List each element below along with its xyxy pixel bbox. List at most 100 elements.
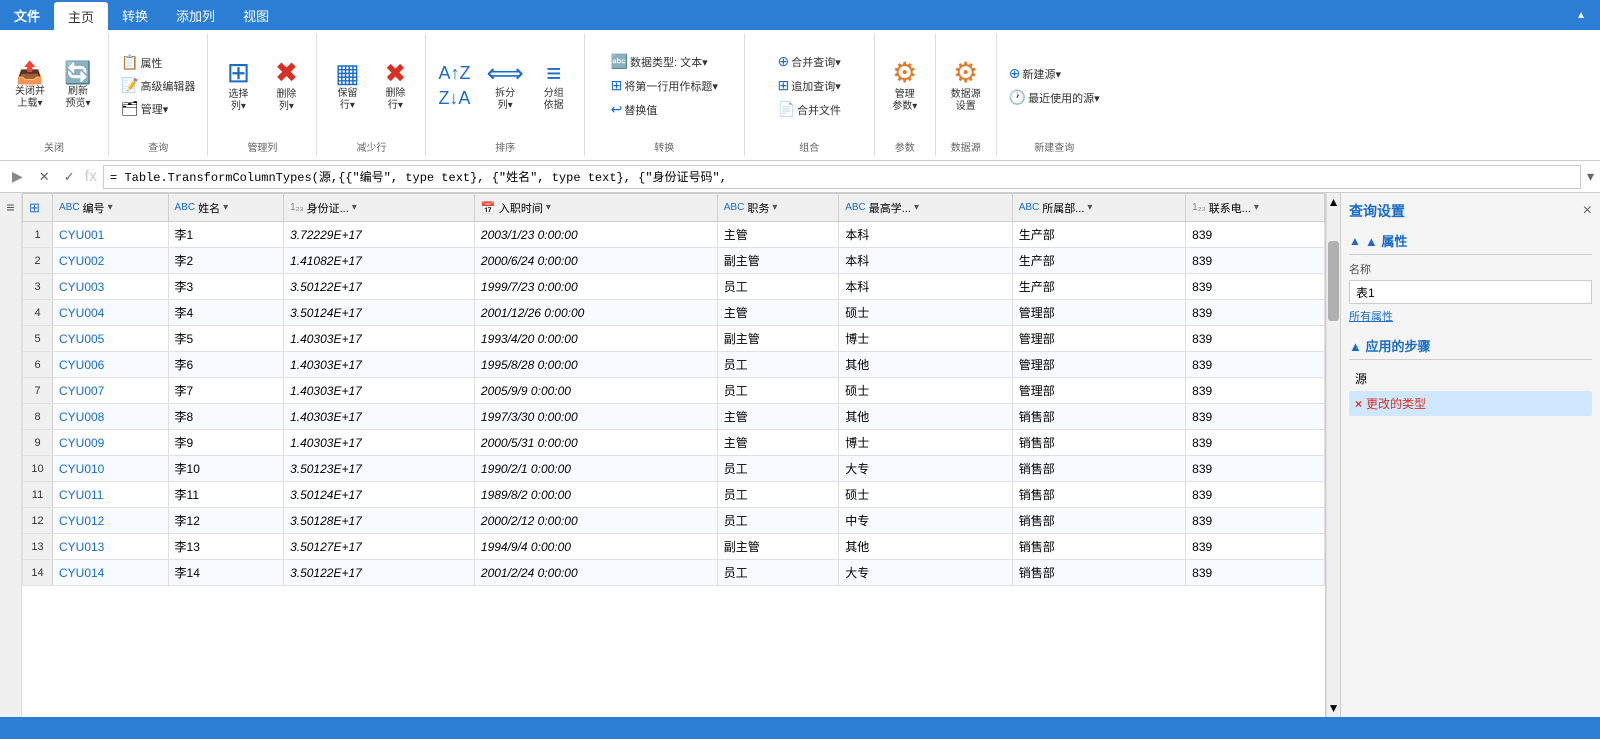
datasource-settings-button[interactable]: ⚙ 数据源设置 xyxy=(944,57,988,115)
cell-position[interactable]: 员工 xyxy=(717,456,838,482)
col-header-phone[interactable]: 1₂₃ 联系电... ▾ xyxy=(1186,194,1325,222)
cell-idcard[interactable]: 3.50122E+17 xyxy=(284,274,475,300)
cell-education[interactable]: 大专 xyxy=(839,560,1012,586)
cell-education[interactable]: 其他 xyxy=(839,404,1012,430)
cell-idcard[interactable]: 3.50124E+17 xyxy=(284,300,475,326)
cell-department[interactable]: 销售部 xyxy=(1012,482,1185,508)
cell-name[interactable]: 李6 xyxy=(168,352,284,378)
cell-entry-time[interactable]: 2003/1/23 0:00:00 xyxy=(474,222,717,248)
vertical-scrollbar[interactable]: ▲ ▼ xyxy=(1326,193,1340,717)
cell-idcard[interactable]: 3.50123E+17 xyxy=(284,456,475,482)
cell-education[interactable]: 其他 xyxy=(839,352,1012,378)
split-col-button[interactable]: ⟺ 拆分列▾ xyxy=(482,58,527,114)
scroll-up-btn[interactable]: ▲ xyxy=(1327,193,1340,211)
data-type-button[interactable]: 🔤 数据类型: 文本▾ xyxy=(607,51,712,72)
tab-view[interactable]: 视图 xyxy=(229,0,283,30)
cell-phone[interactable]: 839 xyxy=(1186,352,1325,378)
formula-confirm-btn[interactable]: ✓ xyxy=(60,167,79,187)
cell-num[interactable]: CYU003 xyxy=(53,274,169,300)
step-item-source[interactable]: 源 xyxy=(1349,366,1592,391)
cell-idcard[interactable]: 3.50128E+17 xyxy=(284,508,475,534)
col-header-education[interactable]: ABC 最高学... ▾ xyxy=(839,194,1012,222)
cell-phone[interactable]: 839 xyxy=(1186,378,1325,404)
expand-icon[interactable]: ▶ xyxy=(6,166,29,187)
keep-row-button[interactable]: ▦ 保留行▾ xyxy=(325,58,369,114)
tab-add-col[interactable]: 添加列 xyxy=(162,0,229,30)
advanced-editor-button[interactable]: 📝 高级编辑器 xyxy=(117,75,199,96)
name-input[interactable] xyxy=(1349,280,1592,304)
remove-row-button[interactable]: ✖ 删除行▾ xyxy=(373,58,417,114)
cell-department[interactable]: 管理部 xyxy=(1012,352,1185,378)
col-header-department[interactable]: ABC 所属部... ▾ xyxy=(1012,194,1185,222)
cell-education[interactable]: 本科 xyxy=(839,222,1012,248)
cell-num[interactable]: CYU006 xyxy=(53,352,169,378)
refresh-preview-button[interactable]: 🔄 刷新预览▾ xyxy=(56,60,100,112)
cell-position[interactable]: 副主管 xyxy=(717,326,838,352)
cell-entry-time[interactable]: 1990/2/1 0:00:00 xyxy=(474,456,717,482)
cell-phone[interactable]: 839 xyxy=(1186,534,1325,560)
cell-phone[interactable]: 839 xyxy=(1186,326,1325,352)
cell-position[interactable]: 主管 xyxy=(717,300,838,326)
cell-position[interactable]: 员工 xyxy=(717,482,838,508)
cell-position[interactable]: 员工 xyxy=(717,378,838,404)
merge-query-button[interactable]: ⊕ 合并查询▾ xyxy=(774,51,845,72)
sidebar-collapse-icon[interactable]: ≡ xyxy=(4,197,16,217)
scroll-down-btn[interactable]: ▼ xyxy=(1327,699,1340,717)
formula-expand-btn[interactable]: ▾ xyxy=(1587,168,1594,185)
cell-name[interactable]: 李8 xyxy=(168,404,284,430)
formula-input[interactable] xyxy=(103,165,1581,189)
cell-phone[interactable]: 839 xyxy=(1186,430,1325,456)
cell-department[interactable]: 销售部 xyxy=(1012,508,1185,534)
col-filter-position[interactable]: ▾ xyxy=(772,202,777,213)
cell-education[interactable]: 大专 xyxy=(839,456,1012,482)
cell-education[interactable]: 博士 xyxy=(839,430,1012,456)
manage-button[interactable]: 🗂 管理▾ xyxy=(117,98,172,119)
cell-position[interactable]: 副主管 xyxy=(717,534,838,560)
cell-education[interactable]: 硕士 xyxy=(839,482,1012,508)
cell-phone[interactable]: 839 xyxy=(1186,482,1325,508)
close-load-button[interactable]: 📤 关闭并上载▾ xyxy=(8,60,52,112)
cell-entry-time[interactable]: 1995/8/28 0:00:00 xyxy=(474,352,717,378)
col-header-num[interactable]: ABC 编号 ▾ xyxy=(53,194,169,222)
delete-col-button[interactable]: ✖ 删除列▾ xyxy=(264,57,308,115)
cell-num[interactable]: CYU005 xyxy=(53,326,169,352)
scroll-thumb[interactable] xyxy=(1328,241,1339,321)
cell-phone[interactable]: 839 xyxy=(1186,508,1325,534)
cell-entry-time[interactable]: 1993/4/20 0:00:00 xyxy=(474,326,717,352)
replace-value-button[interactable]: ↩ 替换值 xyxy=(607,99,662,120)
cell-department[interactable]: 销售部 xyxy=(1012,534,1185,560)
cell-num[interactable]: CYU008 xyxy=(53,404,169,430)
recent-source-button[interactable]: 🕐 最近使用的源▾ xyxy=(1005,87,1104,108)
col-header-idcard[interactable]: 1₂₃ 身份证... ▾ xyxy=(284,194,475,222)
cell-entry-time[interactable]: 2005/9/9 0:00:00 xyxy=(474,378,717,404)
cell-idcard[interactable]: 3.50122E+17 xyxy=(284,560,475,586)
col-header-entry-time[interactable]: 📅 入职时间 ▾ xyxy=(474,194,717,222)
new-source-button[interactable]: ⊕ 新建源▾ xyxy=(1005,63,1065,84)
col-filter-idcard[interactable]: ▾ xyxy=(352,202,357,213)
cell-num[interactable]: CYU010 xyxy=(53,456,169,482)
cell-department[interactable]: 销售部 xyxy=(1012,456,1185,482)
all-props-link[interactable]: 所有属性 xyxy=(1349,308,1592,324)
cell-entry-time[interactable]: 2001/12/26 0:00:00 xyxy=(474,300,717,326)
panel-close-btn[interactable]: × xyxy=(1583,202,1592,220)
collapse-ribbon-btn[interactable]: ▲ xyxy=(1562,0,1600,30)
col-filter-num[interactable]: ▾ xyxy=(108,202,113,213)
cell-num[interactable]: CYU011 xyxy=(53,482,169,508)
sort-asc-button[interactable]: A↑Z xyxy=(434,61,474,86)
cell-phone[interactable]: 839 xyxy=(1186,560,1325,586)
append-query-button[interactable]: ⊞ 追加查询▾ xyxy=(774,75,845,96)
cell-department[interactable]: 管理部 xyxy=(1012,300,1185,326)
cell-num[interactable]: CYU009 xyxy=(53,430,169,456)
cell-name[interactable]: 李12 xyxy=(168,508,284,534)
cell-position[interactable]: 员工 xyxy=(717,508,838,534)
cell-department[interactable]: 销售部 xyxy=(1012,430,1185,456)
cell-idcard[interactable]: 1.40303E+17 xyxy=(284,430,475,456)
cell-entry-time[interactable]: 2000/6/24 0:00:00 xyxy=(474,248,717,274)
cell-entry-time[interactable]: 1994/9/4 0:00:00 xyxy=(474,534,717,560)
cell-name[interactable]: 李4 xyxy=(168,300,284,326)
select-col-button[interactable]: ⊞ 选择列▾ xyxy=(216,57,260,115)
cell-idcard[interactable]: 3.50127E+17 xyxy=(284,534,475,560)
cell-entry-time[interactable]: 2000/5/31 0:00:00 xyxy=(474,430,717,456)
cell-name[interactable]: 李13 xyxy=(168,534,284,560)
cell-department[interactable]: 生产部 xyxy=(1012,274,1185,300)
